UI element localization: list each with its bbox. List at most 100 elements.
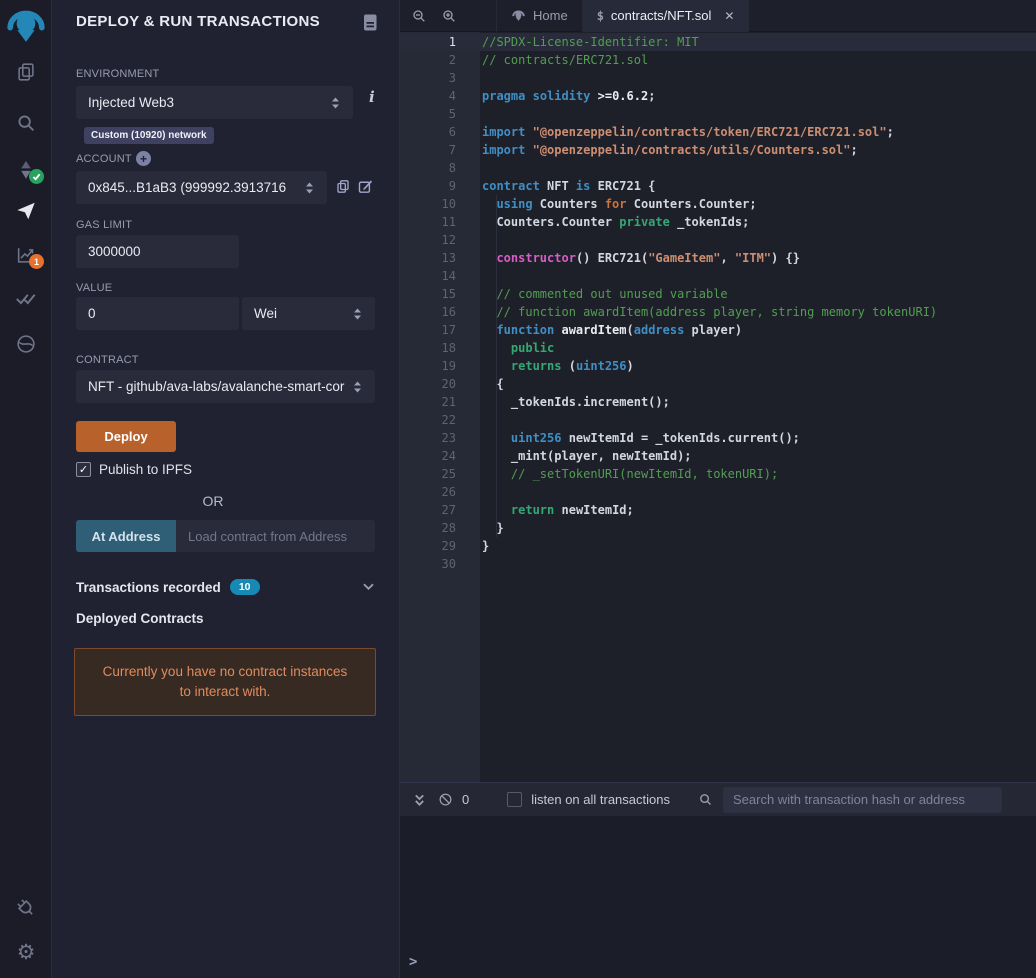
code-text: Counters.Counter private _tokenIds; (482, 215, 750, 229)
remix-home-icon (512, 10, 525, 21)
line-number: 6 (448, 125, 456, 139)
line-number: 20 (441, 377, 456, 391)
line-number: 30 (441, 557, 456, 571)
collapse-terminal-icon[interactable] (406, 787, 432, 813)
environment-info-icon[interactable]: i (369, 88, 375, 106)
code-text: constructor() ERC721("GameItem", "ITM") … (496, 251, 800, 265)
code-line[interactable]: 2 // contracts/ERC721.sol (400, 51, 1036, 69)
publish-ipfs-label: Publish to IPFS (99, 462, 193, 477)
sign-message-edit-icon[interactable] (357, 178, 374, 200)
search-plugin-icon[interactable] (13, 110, 39, 136)
environment-select[interactable]: Injected Web3 (76, 86, 353, 119)
deploy-run-icon[interactable] (13, 198, 39, 224)
code-line[interactable]: 7 import "@openzeppelin/contracts/utils/C… (400, 141, 1036, 159)
line-number: 23 (441, 431, 456, 445)
deployed-contracts-label: Deployed Contracts (76, 611, 204, 626)
tab-nft-sol[interactable]: $ contracts/NFT.sol ✕ (582, 0, 750, 32)
code-line[interactable]: 1 //SPDX-License-Identifier: MIT (400, 33, 1036, 51)
deploy-button[interactable]: Deploy (76, 421, 176, 452)
remix-logo-icon[interactable] (6, 6, 46, 46)
zoom-out-icon[interactable] (404, 0, 434, 32)
contract-value: NFT - github/ava-labs/avalanche-smart-co… (88, 379, 345, 394)
code-line[interactable]: 3 (400, 69, 1036, 87)
documentation-book-icon[interactable] (363, 14, 378, 36)
code-line[interactable]: 29} (400, 537, 1036, 555)
code-text: function awardItem(address player) (496, 323, 743, 337)
plugin-manager-icon[interactable] (13, 895, 39, 921)
code-text: } (482, 539, 490, 553)
clear-pending-icon[interactable] (432, 787, 458, 813)
zoom-in-icon[interactable] (434, 0, 464, 32)
account-value: 0x845...B1aB3 (999992.3913716 (88, 180, 287, 195)
code-text: return newItemId; (510, 503, 634, 517)
contract-label: CONTRACT (76, 354, 139, 366)
file-explorer-icon[interactable] (13, 59, 39, 85)
line-number: 7 (448, 143, 456, 157)
line-number: 14 (441, 269, 456, 283)
terminal: 0 listen on all transactions > (400, 782, 1036, 978)
network-badge: Custom (10920) network (84, 127, 214, 144)
close-tab-icon[interactable]: ✕ (724, 9, 734, 23)
select-carets-icon (354, 381, 361, 392)
listen-all-label: listen on all transactions (531, 792, 670, 807)
or-separator: OR (202, 493, 224, 509)
select-carets-icon (354, 308, 361, 319)
account-label: ACCOUNT (76, 153, 132, 165)
code-line[interactable]: 6 import "@openzeppelin/contracts/token/E… (400, 123, 1036, 141)
unit-testing-icon[interactable] (13, 285, 39, 311)
line-number: 17 (441, 323, 456, 337)
code-text: import "@openzeppelin/contracts/utils/Co… (482, 143, 858, 157)
line-number: 27 (441, 503, 456, 517)
code-line[interactable]: 5 (400, 105, 1036, 123)
tab-home[interactable]: Home (496, 0, 583, 32)
terminal-output[interactable]: > (400, 816, 1036, 978)
terminal-toolbar: 0 listen on all transactions (400, 782, 1036, 816)
deploy-run-panel: DEPLOY & RUN TRANSACTIONS ENVIRONMENT In… (52, 0, 400, 978)
at-address-button[interactable]: At Address (76, 520, 176, 552)
select-carets-icon (332, 97, 339, 108)
sourcify-plugin-icon[interactable] (13, 331, 39, 357)
code-line[interactable]: 8 (400, 159, 1036, 177)
code-text: // function awardItem(address player, st… (482, 305, 938, 319)
select-carets-icon (306, 182, 313, 193)
settings-gear-icon[interactable]: ⚙ (13, 939, 39, 965)
transactions-recorded-row[interactable]: Transactions recorded 10 (76, 578, 375, 596)
terminal-search-icon (700, 794, 711, 805)
line-number: 28 (441, 521, 456, 535)
code-text: // contracts/ERC721.sol (482, 53, 649, 67)
code-text: uint256 newItemId = _tokenIds.current(); (510, 431, 800, 445)
line-number: 29 (441, 539, 456, 553)
line-number: 15 (441, 287, 456, 301)
chevron-down-icon[interactable] (362, 578, 375, 596)
code-line[interactable]: 9 contract NFT is ERC721 { (400, 177, 1036, 195)
no-instances-alert: Currently you have no contract instances… (74, 648, 376, 716)
page-title: DEPLOY & RUN TRANSACTIONS (76, 13, 320, 30)
add-account-icon[interactable]: + (136, 151, 151, 166)
line-number: 2 (448, 53, 456, 67)
code-editor[interactable]: 1 //SPDX-License-Identifier: MIT 2 // contr… (400, 32, 1036, 782)
code-line[interactable]: 4 pragma solidity >=0.6.2; (400, 87, 1036, 105)
publish-ipfs-checkbox[interactable]: ✓ (76, 462, 91, 477)
pending-tx-count: 0 (462, 792, 470, 807)
line-number: 11 (441, 215, 456, 229)
value-input[interactable] (76, 297, 239, 330)
listen-all-checkbox[interactable] (507, 792, 523, 807)
copy-account-icon[interactable] (335, 178, 351, 200)
terminal-search-input[interactable] (723, 786, 1002, 813)
line-number: 9 (448, 179, 456, 193)
account-select[interactable]: 0x845...B1aB3 (999992.3913716 (76, 171, 327, 204)
tab-home-label: Home (533, 8, 568, 23)
tab-file-label: contracts/NFT.sol (610, 8, 712, 23)
code-line[interactable]: 30 (400, 555, 1036, 573)
value-unit: Wei (254, 306, 278, 321)
transactions-recorded-label: Transactions recorded (76, 579, 221, 595)
analytics-count-badge: 1 (29, 254, 44, 269)
contract-select[interactable]: NFT - github/ava-labs/avalanche-smart-co… (76, 370, 375, 403)
gas-limit-input[interactable] (76, 235, 239, 268)
at-address-input[interactable] (176, 520, 375, 552)
value-unit-select[interactable]: Wei (242, 297, 375, 330)
